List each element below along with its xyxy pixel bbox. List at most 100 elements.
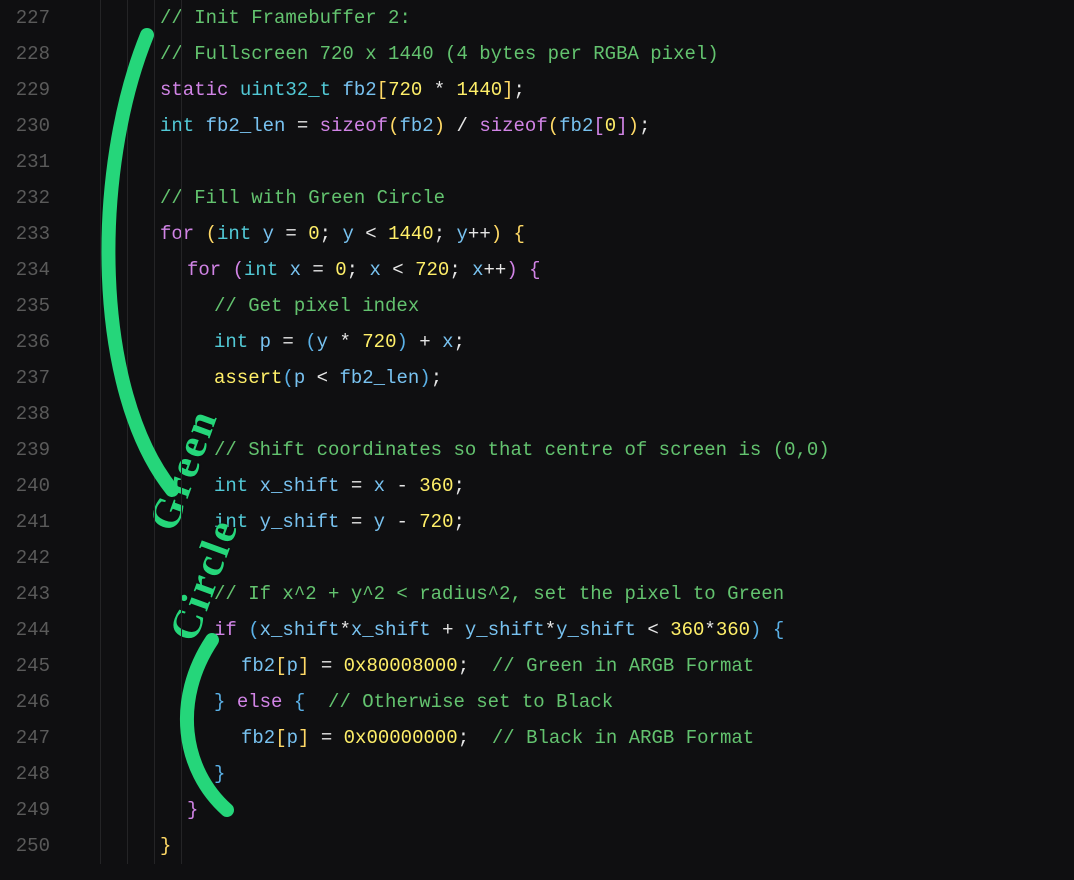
line-number: 228 (0, 36, 50, 72)
line-number: 246 (0, 684, 50, 720)
token: < (381, 259, 415, 281)
token: y (263, 223, 274, 245)
token: 0x80008000 (344, 655, 458, 677)
token: ) (506, 259, 517, 281)
code-line[interactable]: // Get pixel index (68, 288, 1074, 324)
token: y (342, 223, 353, 245)
token: [ (377, 79, 388, 101)
token: ; (454, 511, 465, 533)
token: [ (275, 655, 286, 677)
token: + (408, 331, 442, 353)
token: ) (491, 223, 502, 245)
token: ( (248, 619, 259, 641)
token (502, 223, 513, 245)
line-number: 239 (0, 432, 50, 468)
token: = (309, 727, 343, 749)
code-line[interactable]: // Fill with Green Circle (68, 180, 1074, 216)
token: x (472, 259, 483, 281)
token: ; (449, 259, 472, 281)
token: ++ (468, 223, 491, 245)
token: * (328, 331, 362, 353)
token: fb2 (559, 115, 593, 137)
line-number: 235 (0, 288, 50, 324)
token: ( (388, 115, 399, 137)
token: x (290, 259, 301, 281)
token: // Otherwise set to Black (328, 691, 613, 713)
token (761, 619, 772, 641)
token: } (160, 835, 171, 857)
code-area[interactable]: Green Circle // Init Framebuffer 2:// Fu… (62, 0, 1074, 864)
line-number: 233 (0, 216, 50, 252)
token: ; (458, 727, 492, 749)
line-number: 232 (0, 180, 50, 216)
line-number: 234 (0, 252, 50, 288)
token: for (160, 223, 206, 245)
token: uint32_t (240, 79, 343, 101)
code-line[interactable]: for (int x = 0; x < 720; x++) { (68, 252, 1074, 288)
token: // Black in ARGB Format (492, 727, 754, 749)
token: for (187, 259, 233, 281)
token: ; (454, 331, 465, 353)
token: x_shift (260, 475, 340, 497)
code-editor[interactable]: 2272282292302312322332342352362372382392… (0, 0, 1074, 864)
code-line[interactable]: static uint32_t fb2[720 * 1440]; (68, 72, 1074, 108)
token: int (214, 331, 260, 353)
code-line[interactable]: // Fullscreen 720 x 1440 (4 bytes per RG… (68, 36, 1074, 72)
token: fb2 (342, 79, 376, 101)
token: ) (628, 115, 639, 137)
line-number: 245 (0, 648, 50, 684)
line-number: 243 (0, 576, 50, 612)
token: * (704, 619, 715, 641)
token: - (385, 475, 419, 497)
line-number: 248 (0, 756, 50, 792)
code-line[interactable] (68, 144, 1074, 180)
line-number: 237 (0, 360, 50, 396)
token: + (431, 619, 465, 641)
code-line[interactable]: assert(p < fb2_len); (68, 360, 1074, 396)
token: sizeof (320, 115, 388, 137)
token: ( (548, 115, 559, 137)
token: { (514, 223, 525, 245)
token: 1440 (457, 79, 503, 101)
line-number: 250 (0, 828, 50, 864)
code-line[interactable]: for (int y = 0; y < 1440; y++) { (68, 216, 1074, 252)
code-line[interactable]: } (68, 828, 1074, 864)
token: ) (750, 619, 761, 641)
code-line[interactable]: } (68, 792, 1074, 828)
code-line[interactable]: } (68, 756, 1074, 792)
token: x_shift (351, 619, 431, 641)
code-line[interactable]: // Init Framebuffer 2: (68, 0, 1074, 36)
token: ) (396, 331, 407, 353)
line-number: 227 (0, 0, 50, 36)
token: ) (434, 115, 445, 137)
token: // Init Framebuffer 2: (160, 7, 411, 29)
code-line[interactable]: fb2[p] = 0x80008000; // Green in ARGB Fo… (68, 648, 1074, 684)
token: p (294, 367, 305, 389)
token: // Fullscreen 720 x 1440 (4 bytes per RG… (160, 43, 719, 65)
token: fb2_len (339, 367, 419, 389)
token: 1440 (388, 223, 434, 245)
code-line[interactable]: int p = (y * 720) + x; (68, 324, 1074, 360)
line-number: 238 (0, 396, 50, 432)
token: [ (593, 115, 604, 137)
line-number: 240 (0, 468, 50, 504)
line-number: 247 (0, 720, 50, 756)
token: { (773, 619, 784, 641)
token: / (445, 115, 479, 137)
token: fb2 (241, 727, 275, 749)
token: x (442, 331, 453, 353)
token: 720 (415, 259, 449, 281)
code-line[interactable]: } else { // Otherwise set to Black (68, 684, 1074, 720)
token: 0x00000000 (344, 727, 458, 749)
token: 360 (670, 619, 704, 641)
code-line[interactable]: int fb2_len = sizeof(fb2) / sizeof(fb2[0… (68, 108, 1074, 144)
token: { (529, 259, 540, 281)
token: ; (320, 223, 343, 245)
token: ++ (484, 259, 507, 281)
token: ] (298, 727, 309, 749)
token: 720 (388, 79, 422, 101)
line-number: 242 (0, 540, 50, 576)
token: fb2_len (206, 115, 286, 137)
token: = (339, 511, 373, 533)
code-line[interactable]: fb2[p] = 0x00000000; // Black in ARGB Fo… (68, 720, 1074, 756)
